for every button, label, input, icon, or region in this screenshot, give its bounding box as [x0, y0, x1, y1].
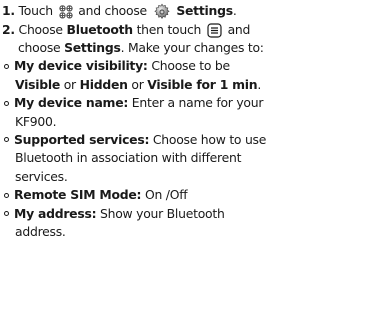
bullet-text: On /Off [144, 187, 188, 203]
bullet-text: KF900. [15, 113, 57, 129]
step-text: Touch [18, 3, 54, 18]
options-menu-icon [207, 22, 222, 38]
bullet-dot [4, 63, 9, 69]
step-2: 2. Choose Bluetooth then touch and [2, 21, 370, 39]
step-text: and choose [78, 3, 147, 18]
step-number: 2. [2, 21, 15, 37]
grid-menu-icon [58, 4, 73, 19]
bullet-label: Remote SIM Mode: [14, 187, 142, 203]
step-1: 1. Touch and choose Settings. [2, 2, 370, 21]
bullet-text: or [131, 76, 144, 92]
bullet-remote-sim-mode: Remote SIM Mode: On /Off [2, 186, 370, 204]
bullet-dot [4, 211, 9, 217]
bullet-label: My device name: [14, 95, 129, 111]
bullet-label: Supported services: [14, 131, 150, 147]
step-2-continued: choose Settings. Make your changes to: [2, 39, 370, 57]
bullet-my-address: My address: Show your Bluetooth address. [2, 205, 370, 242]
step-text: Choose [18, 21, 64, 37]
step-punct: . [232, 3, 237, 18]
bullet-text: Choose how to use [152, 131, 267, 147]
step-text: and [227, 21, 251, 37]
bullet-text: Bluetooth in association with different [15, 150, 242, 166]
settings-gear-icon [153, 3, 171, 21]
option-visible: Visible [15, 76, 61, 92]
bullet-label: My address: [14, 205, 97, 221]
step-number: 1. [2, 3, 15, 18]
step-text: then touch [136, 21, 202, 37]
option-visible-1min: Visible for 1 min [147, 76, 258, 92]
bullet-dot [4, 137, 9, 143]
bullet-device-name: My device name: Enter a name for your KF… [2, 94, 370, 131]
step-text: choose [18, 39, 61, 55]
bullet-text: address. [15, 223, 66, 239]
bullet-device-visibility: My device visibility: Choose to be Visib… [2, 57, 370, 94]
bullet-dot [4, 100, 9, 106]
bullet-text: services. [15, 168, 68, 184]
bullet-dot [4, 192, 9, 198]
settings-label: Settings [176, 3, 233, 18]
bluetooth-label: Bluetooth [66, 21, 134, 37]
bullet-label: My device visibility: [14, 58, 148, 74]
bullet-supported-services: Supported services: Choose how to use Bl… [2, 131, 370, 186]
settings-label: Settings [64, 39, 121, 55]
option-hidden: Hidden [79, 76, 128, 92]
bullet-text: Show your Bluetooth [100, 205, 225, 221]
bullet-text: or [63, 76, 76, 92]
bullet-text: Choose to be [151, 58, 230, 74]
bullet-text: Enter a name for your [131, 95, 264, 111]
instruction-page: 1. Touch and choose Settings. 2. Choose … [0, 0, 370, 312]
step-text: . Make your changes to: [120, 39, 264, 55]
bullet-punct: . [257, 76, 262, 92]
